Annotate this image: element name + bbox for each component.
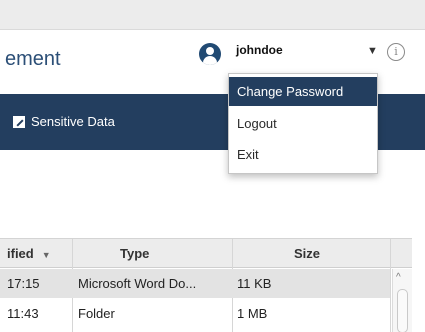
table-scrollbar[interactable]: ^: [392, 269, 412, 332]
nav-item-label: Sensitive Data: [31, 114, 115, 129]
menu-item-change-password[interactable]: Change Password: [229, 77, 377, 106]
user-menu-caret-icon[interactable]: ▼: [367, 45, 378, 57]
column-divider: [390, 239, 391, 332]
table-header: ified ▼ Type Size: [0, 239, 412, 268]
cell-modified: 11:43: [7, 306, 39, 321]
cell-type: Microsoft Word Do...: [78, 276, 197, 291]
column-header-modified[interactable]: ified ▼: [7, 239, 51, 268]
nav-item-sensitive-data[interactable]: Sensitive Data: [13, 114, 115, 129]
column-header-type[interactable]: Type: [120, 239, 149, 268]
menu-item-logout[interactable]: Logout: [229, 109, 377, 138]
scroll-up-icon[interactable]: ^: [396, 272, 401, 283]
info-icon[interactable]: i: [387, 43, 405, 61]
column-header-size[interactable]: Size: [294, 239, 320, 268]
username-label[interactable]: johndoe: [236, 43, 283, 57]
scroll-thumb[interactable]: [397, 289, 408, 332]
cell-modified: 17:15: [7, 276, 40, 291]
sort-desc-icon[interactable]: ▼: [42, 250, 51, 260]
cell-type: Folder: [78, 306, 115, 321]
cell-size: 11 KB: [237, 276, 272, 291]
user-avatar-icon[interactable]: [199, 43, 221, 65]
user-dropdown-menu: Change Password Logout Exit: [228, 73, 378, 174]
cell-size: 1 MB: [237, 306, 268, 321]
page-title: ement: [5, 48, 61, 70]
edit-pencil-icon: [13, 115, 25, 128]
table-row[interactable]: 17:15 Microsoft Word Do... 11 KB: [0, 269, 390, 298]
file-table: ified ▼ Type Size 17:15 Microsoft Word Do…: [0, 238, 412, 332]
table-row[interactable]: 11:43 Folder 1 MB: [0, 299, 390, 328]
window-titlebar: [0, 0, 425, 30]
menu-item-exit[interactable]: Exit: [229, 140, 377, 169]
